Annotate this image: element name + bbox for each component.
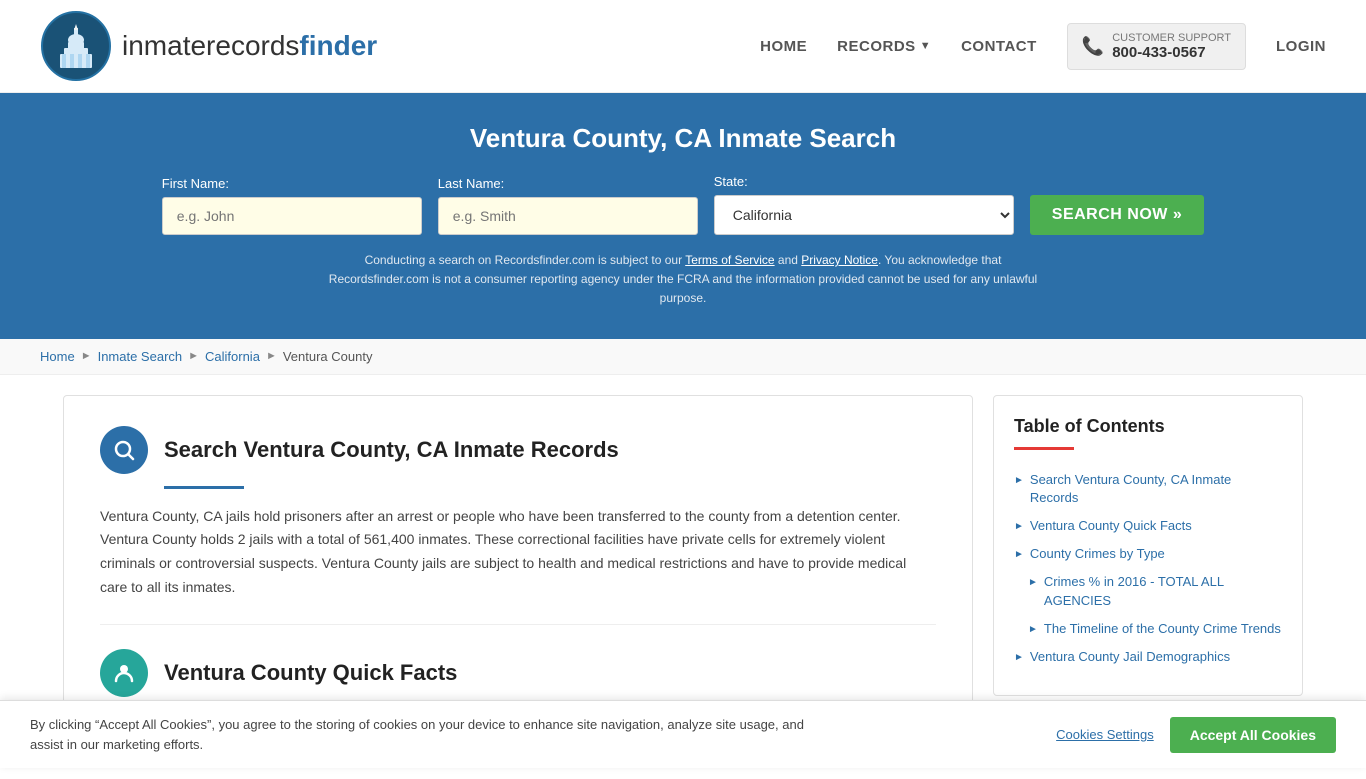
section1-icon xyxy=(100,426,148,474)
breadcrumb-sep-1: ► xyxy=(81,350,92,362)
site-header: inmaterecordsfinder HOME RECORDS ▼ CONTA… xyxy=(0,0,1366,93)
nav-login[interactable]: LOGIN xyxy=(1276,38,1326,55)
toc-item-5[interactable]: ► The Timeline of the County Crime Trend… xyxy=(1014,615,1282,643)
breadcrumb: Home ► Inmate Search ► California ► Vent… xyxy=(0,339,1366,375)
last-name-group: Last Name: xyxy=(438,176,698,235)
support-phone[interactable]: 800-433-0567 xyxy=(1112,44,1231,61)
breadcrumb-inmate-search[interactable]: Inmate Search xyxy=(98,349,183,364)
breadcrumb-home[interactable]: Home xyxy=(40,349,75,364)
records-chevron-icon: ▼ xyxy=(920,40,931,52)
first-name-group: First Name: xyxy=(162,176,422,235)
state-group: State: California Alabama Alaska Arizona… xyxy=(714,174,1014,235)
breadcrumb-sep-3: ► xyxy=(266,350,277,362)
logo[interactable]: inmaterecordsfinder xyxy=(40,10,377,82)
section2-icon xyxy=(100,649,148,697)
accept-cookies-button[interactable]: Accept All Cookies xyxy=(1170,717,1336,753)
toc-chevron-4: ► xyxy=(1028,576,1038,590)
hero-section: Ventura County, CA Inmate Search First N… xyxy=(0,93,1366,339)
logo-icon xyxy=(40,10,112,82)
terms-link[interactable]: Terms of Service xyxy=(685,253,774,267)
breadcrumb-california[interactable]: California xyxy=(205,349,260,364)
toc-chevron-3: ► xyxy=(1014,548,1024,562)
section1-heading: Search Ventura County, CA Inmate Records xyxy=(164,437,619,463)
toc-divider xyxy=(1014,447,1074,450)
hero-title: Ventura County, CA Inmate Search xyxy=(40,123,1326,154)
toc-item-4[interactable]: ► Crimes % in 2016 - TOTAL ALL AGENCIES xyxy=(1014,568,1282,614)
search-button[interactable]: SEARCH NOW » xyxy=(1030,195,1204,235)
cookie-actions: Cookies Settings Accept All Cookies xyxy=(1056,717,1336,753)
toc-item-2[interactable]: ► Ventura County Quick Facts xyxy=(1014,512,1282,540)
section1-underline xyxy=(164,486,244,489)
first-name-label: First Name: xyxy=(162,176,229,191)
toc-item-1[interactable]: ► Search Ventura County, CA Inmate Recor… xyxy=(1014,466,1282,512)
toc-item-6[interactable]: ► Ventura County Jail Demographics xyxy=(1014,643,1282,671)
cookie-text: By clicking “Accept All Cookies”, you ag… xyxy=(30,715,810,754)
cookies-settings-button[interactable]: Cookies Settings xyxy=(1056,727,1154,742)
nav-contact[interactable]: CONTACT xyxy=(961,38,1037,55)
last-name-input[interactable] xyxy=(438,197,698,235)
nav-home[interactable]: HOME xyxy=(760,38,807,55)
privacy-link[interactable]: Privacy Notice xyxy=(801,253,878,267)
customer-support: 📞 CUSTOMER SUPPORT 800-433-0567 xyxy=(1067,23,1246,70)
toc-item-3[interactable]: ► County Crimes by Type xyxy=(1014,540,1282,568)
support-label: CUSTOMER SUPPORT xyxy=(1112,32,1231,44)
toc-box: Table of Contents ► Search Ventura Count… xyxy=(993,395,1303,697)
cookie-banner: By clicking “Accept All Cookies”, you ag… xyxy=(0,700,1366,768)
nav-records[interactable]: RECORDS ▼ xyxy=(837,38,931,55)
phone-icon: 📞 xyxy=(1082,36,1104,57)
breadcrumb-current: Ventura County xyxy=(283,349,373,364)
section-divider xyxy=(100,624,936,625)
search-form: First Name: Last Name: State: California… xyxy=(40,174,1326,235)
toc-chevron-6: ► xyxy=(1014,651,1024,665)
section2-heading: Ventura County Quick Facts xyxy=(164,660,457,686)
disclaimer-text: Conducting a search on Recordsfinder.com… xyxy=(323,251,1043,309)
toc-title: Table of Contents xyxy=(1014,416,1282,437)
state-label: State: xyxy=(714,174,748,189)
last-name-label: Last Name: xyxy=(438,176,504,191)
toc-chevron-2: ► xyxy=(1014,520,1024,534)
section1-title-area: Search Ventura County, CA Inmate Records xyxy=(100,426,936,474)
toc-chevron-5: ► xyxy=(1028,623,1038,637)
breadcrumb-sep-2: ► xyxy=(188,350,199,362)
main-nav: HOME RECORDS ▼ CONTACT 📞 CUSTOMER SUPPOR… xyxy=(760,23,1326,70)
toc-chevron-1: ► xyxy=(1014,474,1024,488)
state-select[interactable]: California Alabama Alaska Arizona Arkans… xyxy=(714,195,1014,235)
logo-text: inmaterecordsfinder xyxy=(122,30,377,62)
section1-body: Ventura County, CA jails hold prisoners … xyxy=(100,505,936,600)
section2-title-area: Ventura County Quick Facts xyxy=(100,649,936,697)
first-name-input[interactable] xyxy=(162,197,422,235)
